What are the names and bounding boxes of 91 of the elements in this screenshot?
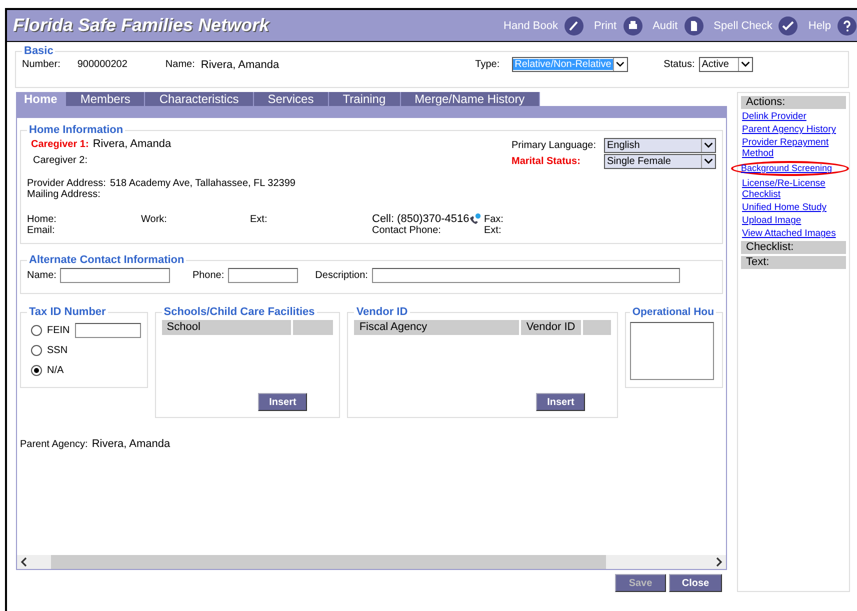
type-dropdown[interactable]: Relative/Non-Relative [512, 57, 628, 72]
action-link[interactable]: Parent Agency History [741, 124, 846, 135]
radio-button[interactable] [31, 324, 42, 336]
field-label: Ext: [250, 214, 268, 224]
insert-button[interactable]: Insert [536, 393, 586, 411]
caret-icon [701, 139, 715, 152]
field-label: Home: [27, 214, 58, 224]
field-label: Mailing Address: [27, 189, 102, 200]
field-label: Fax: [484, 214, 504, 224]
input-field[interactable] [60, 268, 170, 283]
field-label: Type: [475, 59, 500, 70]
field-label: Status: [664, 59, 695, 70]
option-label: N/A [47, 364, 64, 376]
input-field[interactable] [372, 268, 680, 283]
field-label: Caregiver 1: [31, 138, 89, 150]
section-title: Schools/Child Care Facilities [162, 306, 316, 318]
action-link[interactable]: Provider Repayment Method [741, 137, 846, 159]
field-label: Caregiver 2: [33, 155, 88, 166]
section-title: Checklist: [741, 241, 846, 254]
field-value: Rivera, Amanda [92, 138, 172, 150]
app-title: Florida Safe Families Network [13, 15, 271, 36]
field-label: Provider Address: [27, 178, 106, 189]
field-value: Rivera, Amanda [200, 58, 280, 70]
help-icon [837, 16, 857, 36]
pencil-icon [564, 16, 584, 36]
input-field[interactable] [228, 268, 298, 283]
option-label: SSN [47, 344, 68, 356]
language-dropdown[interactable]: English [604, 138, 716, 153]
tab[interactable]: Merge/Name History [400, 92, 540, 106]
document-icon [684, 16, 704, 36]
action-link[interactable]: License/Re-License Checklist [741, 178, 846, 200]
section-title: Tax ID Number [28, 306, 107, 318]
marital-status-dropdown[interactable]: Single Female [604, 154, 716, 169]
action-link[interactable]: Delink Provider [741, 111, 846, 122]
tab[interactable]: Characteristics [145, 92, 254, 106]
column-header: Vendor ID [521, 320, 582, 335]
action-link[interactable]: Unified Home Study [741, 202, 846, 213]
caret-icon [738, 58, 752, 71]
caret-icon [701, 155, 715, 168]
action-link[interactable]: Background Screening [731, 161, 849, 176]
header-link[interactable]: Hand Book [504, 20, 558, 32]
field-label: Parent Agency: [20, 438, 88, 450]
column-header [292, 320, 333, 335]
header-link[interactable]: Print [594, 20, 617, 32]
section-title: Alternate Contact Information [28, 254, 186, 266]
tab[interactable]: Services [254, 92, 329, 106]
caret-icon [613, 58, 627, 71]
section-title: Vendor ID [355, 306, 409, 318]
printer-icon [622, 16, 643, 36]
action-link[interactable]: Upload Image [741, 215, 846, 226]
field-value: Cell: (850)370-4516 [372, 213, 470, 225]
column-header: Fiscal Agency [354, 320, 520, 335]
insert-button[interactable]: Insert [258, 393, 308, 411]
tab[interactable]: Members [66, 92, 146, 106]
header-link[interactable]: Spell Check [714, 20, 772, 32]
header-link[interactable]: Audit [652, 20, 678, 32]
field-label: Email: [27, 225, 56, 236]
option-label: FEIN [47, 324, 70, 336]
column-header [583, 320, 612, 335]
radio-button[interactable] [31, 344, 42, 356]
scrollbar[interactable] [17, 555, 726, 569]
tab[interactable]: Home [16, 92, 66, 106]
field-label: Primary Language: [512, 140, 596, 151]
field-label: Number: [22, 59, 60, 70]
tab[interactable]: Training [328, 92, 401, 106]
section-title: Basic [23, 45, 54, 57]
field-value: 900000202 [77, 59, 128, 70]
radio-button[interactable] [31, 364, 42, 376]
text-area[interactable] [630, 322, 714, 380]
field-value: 518 Academy Ave, Tallahassee, FL 32399 [110, 178, 296, 189]
section-title: Actions: [741, 96, 846, 109]
header-link[interactable]: Help [808, 20, 831, 32]
field-label: Ext: [484, 225, 502, 236]
field-label: Work: [141, 214, 168, 224]
input-field[interactable] [74, 322, 141, 338]
section-title: Text: [741, 256, 846, 269]
field-label: Name: [27, 270, 56, 281]
field-label: Marital Status: [512, 156, 582, 167]
field-label: Name: [165, 59, 195, 70]
field-label: Contact Phone: [372, 225, 442, 236]
phone-icon [469, 213, 482, 225]
action-link[interactable]: View Attached Images [741, 228, 846, 239]
field-label: Description: [315, 270, 368, 281]
column-header: School [162, 320, 291, 335]
field-value: Rivera, Amanda [92, 438, 170, 450]
section-title: Operational Hou [631, 306, 715, 318]
status-dropdown[interactable]: Active [698, 57, 753, 72]
action-button[interactable]: Close [669, 574, 722, 592]
section-title: Home Information [28, 124, 124, 136]
field-label: Phone: [192, 270, 224, 281]
checkmark-icon [778, 16, 798, 36]
